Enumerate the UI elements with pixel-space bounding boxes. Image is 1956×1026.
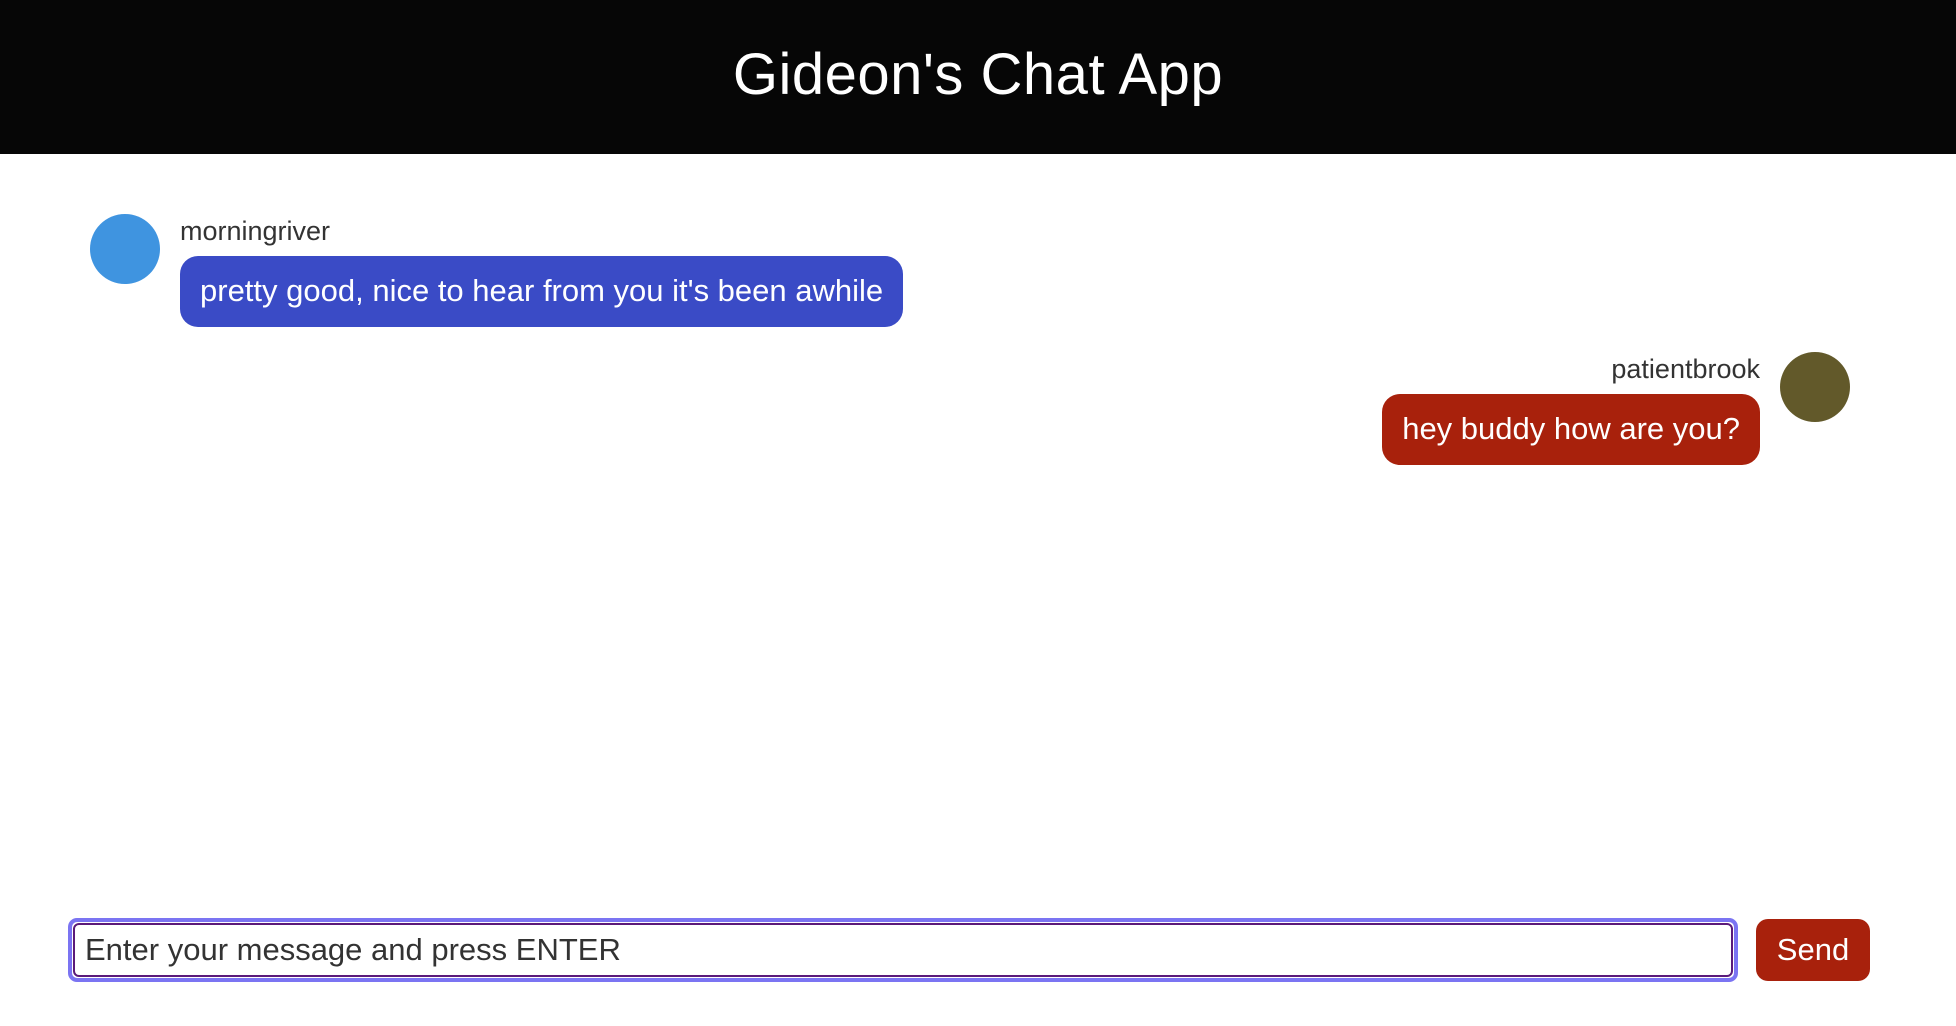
- message-list: morningriver pretty good, nice to hear f…: [0, 154, 1956, 894]
- avatar: [1780, 352, 1850, 422]
- message-composer: Send: [68, 918, 1870, 982]
- send-button[interactable]: Send: [1756, 919, 1870, 981]
- chat-app: Gideon's Chat App morningriver pretty go…: [0, 0, 1956, 1026]
- message-content: patientbrook hey buddy how are you?: [1382, 352, 1760, 465]
- message-content: morningriver pretty good, nice to hear f…: [180, 214, 904, 327]
- message-bubble: hey buddy how are you?: [1382, 394, 1760, 465]
- message-item: morningriver pretty good, nice to hear f…: [90, 214, 904, 327]
- message-username: morningriver: [180, 216, 331, 246]
- message-bubble: pretty good, nice to hear from you it's …: [180, 256, 904, 327]
- app-header: Gideon's Chat App: [0, 0, 1956, 154]
- message-username: patientbrook: [1611, 354, 1760, 384]
- message-item: patientbrook hey buddy how are you?: [1382, 352, 1850, 465]
- message-input-focus-ring: [68, 918, 1738, 982]
- avatar: [90, 214, 160, 284]
- app-title: Gideon's Chat App: [732, 42, 1224, 107]
- message-input[interactable]: [73, 923, 1733, 977]
